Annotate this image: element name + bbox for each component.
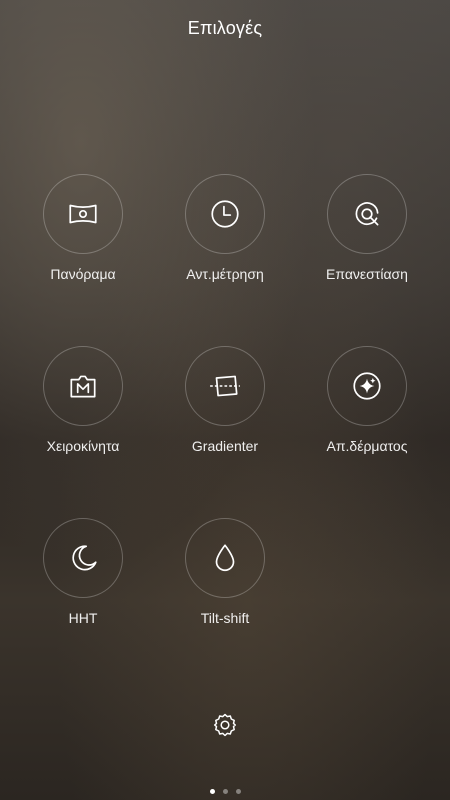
refocus-icon — [355, 202, 379, 226]
option-refocus[interactable]: Επανεστίαση — [296, 174, 438, 346]
manual-button[interactable] — [43, 346, 123, 426]
gradienter-icon — [210, 375, 240, 397]
manual-icon — [70, 375, 96, 398]
option-label: Επανεστίαση — [326, 266, 408, 282]
option-label: Πανόραμα — [50, 266, 116, 282]
option-label: Χειροκίνητα — [46, 438, 120, 454]
option-label: Απ.δέρματος — [326, 438, 408, 454]
gear-icon — [213, 713, 237, 737]
tilt-shift-drop-icon — [215, 544, 235, 571]
option-label: HHT — [68, 610, 98, 626]
refocus-button[interactable] — [327, 174, 407, 254]
option-label: Αντ.μέτρηση — [186, 266, 264, 282]
hht-button[interactable] — [43, 518, 123, 598]
option-panorama[interactable]: Πανόραμα — [12, 174, 154, 346]
option-label: Gradienter — [191, 438, 259, 454]
panorama-icon — [69, 204, 97, 224]
option-skin-smoothing[interactable]: Απ.δέρματος — [296, 346, 438, 518]
panorama-button[interactable] — [43, 174, 123, 254]
page-dot — [222, 789, 228, 794]
tilt-shift-button[interactable] — [185, 518, 265, 598]
skin-smoothing-button[interactable] — [327, 346, 407, 426]
gradienter-button[interactable] — [185, 346, 265, 426]
timer-button[interactable] — [185, 174, 265, 254]
hht-moon-icon — [72, 545, 97, 571]
option-timer[interactable]: Αντ.μέτρηση — [154, 174, 296, 346]
option-label: Tilt-shift — [200, 610, 250, 626]
page-dot — [235, 789, 241, 794]
option-tilt-shift[interactable]: Tilt-shift — [154, 518, 296, 690]
screen-title: Επιλογές — [187, 18, 263, 38]
camera-options-grid: Πανόραμα Αντ.μέτρηση Επανεστίαση Χειροκί… — [12, 174, 438, 690]
page-indicator — [0, 789, 450, 794]
page-dot-active — [209, 789, 215, 794]
settings-button[interactable] — [212, 712, 238, 738]
timer-icon — [211, 200, 239, 228]
option-hht[interactable]: HHT — [12, 518, 154, 690]
option-manual[interactable]: Χειροκίνητα — [12, 346, 154, 518]
skin-smoothing-icon — [353, 372, 381, 400]
option-gradienter[interactable]: Gradienter — [154, 346, 296, 518]
